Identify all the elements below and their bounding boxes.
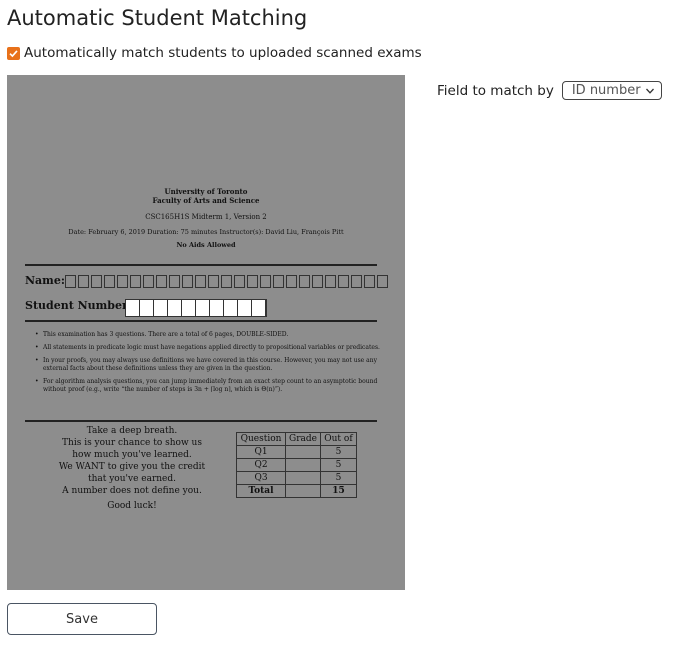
grade-table-cell: Out of [319, 432, 357, 446]
grade-table-cell [285, 445, 321, 459]
auto-match-row: Automatically match students to uploaded… [7, 45, 422, 61]
exam-date: Date: February 6, 2019 Duration: 75 minu… [68, 228, 344, 236]
exam-university: University of Toronto [164, 187, 248, 196]
name-box [286, 275, 297, 288]
exam-course: CSC165H1S Midterm 1, Version 2 [145, 213, 267, 221]
student-number-box [252, 300, 266, 316]
student-number-box [238, 300, 252, 316]
exam-faculty: Faculty of Arts and Science [152, 196, 260, 205]
grade-table-cell: Q1 [236, 445, 286, 459]
auto-match-checkbox[interactable] [7, 46, 20, 60]
table-row: Q1 5 [236, 445, 357, 459]
student-number-box [126, 300, 140, 316]
exam-encouragement: Take a deep breath. This is your chance … [37, 425, 227, 512]
instruction-item: This examination has 3 questions. There … [35, 331, 380, 339]
exam-name-label: Name: [25, 274, 65, 287]
name-box [260, 275, 271, 288]
chevron-down-icon [645, 88, 654, 94]
name-box [156, 275, 167, 288]
name-box [338, 275, 349, 288]
encouragement-line: Take a deep breath. [86, 426, 178, 436]
exam-student-number-label: Student Number: [25, 299, 132, 312]
encouragement-line: This is your chance to show us [62, 438, 202, 448]
name-boxes [65, 275, 390, 288]
instruction-item: For algorithm analysis questions, you ca… [35, 378, 380, 394]
auto-match-label: Automatically match students to uploaded… [24, 45, 422, 61]
check-icon [9, 49, 18, 57]
encouragement-line: Good luck! [107, 501, 157, 511]
name-box [91, 275, 102, 288]
student-number-box [224, 300, 238, 316]
grade-table: Question Grade Out of Q1 5 Q2 5 Q3 5 Tot… [236, 432, 357, 498]
grade-table-cell: 15 [319, 484, 357, 498]
student-number-box [196, 300, 210, 316]
grade-table-cell [285, 484, 321, 498]
table-row: Q2 5 [236, 458, 357, 472]
name-box [377, 275, 388, 288]
name-box [325, 275, 336, 288]
encouragement-line: We WANT to give you the credit [58, 462, 206, 472]
grade-table-cell [285, 458, 321, 472]
grade-table-header: Question Grade Out of [236, 432, 357, 446]
student-number-box [140, 300, 154, 316]
encouragement-line: that you've earned. [87, 474, 177, 484]
grade-table-cell: 5 [319, 445, 357, 459]
encouragement-line: A number does not define you. [62, 486, 202, 496]
field-match-row: Field to match by ID number [437, 81, 662, 100]
save-button[interactable]: Save [7, 603, 157, 635]
name-box [299, 275, 310, 288]
student-number-boxes [125, 299, 267, 317]
divider [25, 320, 377, 322]
instruction-item: In your proofs, you may always use defin… [35, 357, 380, 373]
field-match-label: Field to match by [437, 82, 554, 99]
grade-table-cell: Grade [285, 432, 321, 446]
name-box [104, 275, 115, 288]
name-box [130, 275, 141, 288]
name-box [234, 275, 245, 288]
exam-header: University of Toronto Faculty of Arts an… [7, 187, 405, 205]
exam-instructions: This examination has 3 questions. There … [35, 331, 380, 399]
name-box [273, 275, 284, 288]
name-box [182, 275, 193, 288]
student-number-box [182, 300, 196, 316]
student-number-box [154, 300, 168, 316]
name-box [351, 275, 362, 288]
name-box [312, 275, 323, 288]
student-number-box [168, 300, 182, 316]
name-box [221, 275, 232, 288]
scanned-exam-preview: University of Toronto Faculty of Arts an… [7, 75, 405, 590]
name-box [143, 275, 154, 288]
divider [25, 264, 377, 266]
name-box [78, 275, 89, 288]
name-box [364, 275, 375, 288]
field-match-select[interactable]: ID number [561, 81, 662, 100]
name-box [65, 275, 76, 288]
name-box [208, 275, 219, 288]
table-row-total: Total 15 [236, 484, 357, 498]
name-box [169, 275, 180, 288]
page-title: Automatic Student Matching [7, 6, 308, 30]
grade-table-cell: Total [236, 484, 286, 498]
grade-table-cell: Question [236, 432, 286, 446]
divider [25, 420, 377, 422]
grade-table-cell [285, 471, 321, 485]
grade-table-cell: Q2 [236, 458, 286, 472]
name-box [117, 275, 128, 288]
encouragement-line: how much you've learned. [72, 450, 192, 460]
grade-table-cell: 5 [319, 471, 357, 485]
exam-aids: No Aids Allowed [176, 241, 236, 249]
student-number-box [210, 300, 224, 316]
grade-table-cell: 5 [319, 458, 357, 472]
grade-table-cell: Q3 [236, 471, 286, 485]
name-box [195, 275, 206, 288]
field-match-value: ID number [571, 83, 641, 98]
table-row: Q3 5 [236, 471, 357, 485]
name-box [247, 275, 258, 288]
instruction-item: All statements in predicate logic must h… [35, 344, 380, 352]
